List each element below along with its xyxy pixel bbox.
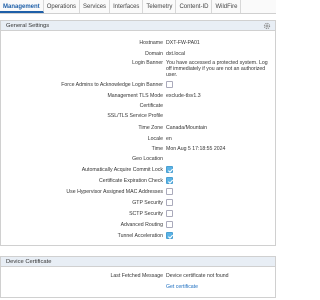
ssl-profile-row: SSL/TLS Service Profile (1, 112, 275, 120)
get-certificate-link[interactable]: Get certificate (166, 283, 198, 291)
time-zone-label: Time Zone (138, 125, 163, 131)
last-fetched-row: Last Fetched Message Device certificate … (1, 272, 275, 280)
locale-value: en (166, 136, 172, 142)
geo-location-row: Geo Location (1, 155, 275, 163)
login-banner-label: Login Banner (132, 60, 163, 66)
locale-label: Locale (147, 136, 163, 142)
gtp-checkbox[interactable] (166, 199, 173, 206)
last-fetched-value: Device certificate not found (166, 273, 229, 279)
cert-exp-label: Certificate Expiration Check (98, 178, 163, 184)
general-settings-panel: General Settings Hostname DXT-FW-PA01 Do… (0, 20, 276, 246)
panel-title: Device Certificate (6, 259, 52, 265)
hypervisor-mac-label: Use Hypervisor Assigned MAC Addresses (66, 189, 163, 195)
panel-title: General Settings (6, 23, 50, 29)
tab-content-id[interactable]: Content-ID (176, 0, 213, 13)
sctp-row: SCTP Security (1, 210, 275, 218)
mgmt-tls-value: exclude-tlsv1.3 (166, 93, 201, 99)
geo-location-label: Geo Location (132, 156, 163, 162)
domain-row: Domain dxt.local (1, 50, 275, 58)
auto-commit-label: Automatically Acquire Commit Lock (81, 167, 163, 173)
force-admins-label: Force Admins to Acknowledge Login Banner (61, 82, 163, 88)
cert-exp-row: Certificate Expiration Check (1, 177, 275, 185)
last-fetched-label: Last Fetched Message (110, 273, 163, 279)
sctp-checkbox[interactable] (166, 210, 173, 217)
login-banner-value: You have accessed a protected system. Lo… (166, 59, 268, 78)
tab-bar: Management Operations Services Interface… (0, 0, 276, 14)
ssl-profile-label: SSL/TLS Service Profile (107, 113, 163, 119)
tunnel-accel-row: Tunnel Acceleration (1, 232, 275, 240)
gtp-row: GTP Security (1, 199, 275, 207)
tab-telemetry[interactable]: Telemetry (143, 0, 177, 13)
login-banner-row: Login Banner You have accessed a protect… (1, 59, 275, 79)
hypervisor-mac-checkbox[interactable] (166, 188, 173, 195)
tab-operations[interactable]: Operations (44, 0, 81, 13)
time-value: Mon Aug 5 17:18:55 2024 (166, 146, 226, 152)
tunnel-accel-label: Tunnel Acceleration (117, 233, 163, 239)
hostname-label: Hostname (139, 40, 163, 46)
hypervisor-mac-row: Use Hypervisor Assigned MAC Addresses (1, 188, 275, 196)
sctp-label: SCTP Security (129, 211, 163, 217)
check-icon (168, 179, 174, 185)
locale-row: Locale en (1, 135, 275, 143)
gtp-label: GTP Security (132, 200, 163, 206)
auto-commit-row: Automatically Acquire Commit Lock (1, 166, 275, 174)
get-certificate-row: Get certificate (1, 283, 275, 291)
tab-services[interactable]: Services (80, 0, 111, 13)
certificate-label: Certificate (139, 103, 163, 109)
tunnel-accel-checkbox[interactable] (166, 232, 174, 240)
time-zone-value: Canada/Mountain (166, 125, 207, 131)
mgmt-tls-label: Management TLS Mode (107, 93, 163, 99)
cert-exp-checkbox[interactable] (166, 177, 174, 185)
auto-commit-checkbox[interactable] (166, 166, 174, 174)
domain-value: dxt.local (166, 51, 186, 57)
mgmt-tls-row: Management TLS Mode exclude-tlsv1.3 (1, 92, 275, 100)
tab-interfaces[interactable]: Interfaces (110, 0, 144, 13)
tab-management[interactable]: Management (0, 0, 44, 13)
adv-routing-checkbox[interactable] (166, 221, 173, 228)
adv-routing-label: Advanced Routing (120, 222, 163, 228)
tab-wildfire[interactable]: WildFire (212, 0, 242, 13)
time-row: Time Mon Aug 5 17:18:55 2024 (1, 145, 275, 153)
gear-icon[interactable] (263, 22, 271, 30)
adv-routing-row: Advanced Routing (1, 221, 275, 229)
hostname-value: DXT-FW-PA01 (166, 40, 200, 46)
check-icon (168, 168, 174, 174)
time-zone-row: Time Zone Canada/Mountain (1, 124, 275, 132)
device-certificate-header: Device Certificate (1, 257, 275, 267)
domain-label: Domain (145, 51, 163, 57)
hostname-row: Hostname DXT-FW-PA01 (1, 39, 275, 47)
general-settings-header: General Settings (1, 21, 275, 31)
check-icon (168, 234, 174, 240)
certificate-row: Certificate (1, 102, 275, 110)
force-admins-row: Force Admins to Acknowledge Login Banner (1, 81, 275, 89)
device-certificate-panel: Device Certificate Last Fetched Message … (0, 256, 276, 298)
time-label: Time (151, 146, 163, 152)
force-admins-checkbox[interactable] (166, 81, 173, 88)
